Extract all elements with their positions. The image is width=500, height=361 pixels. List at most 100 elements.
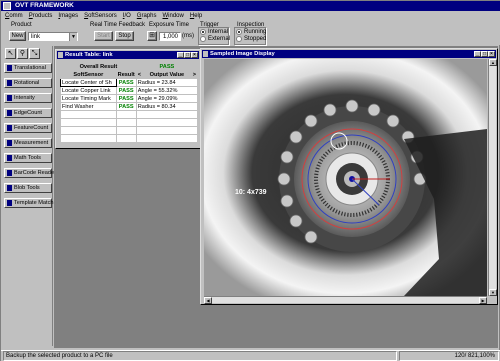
softsensor-edgecount[interactable]: EdgeCount — [4, 108, 52, 118]
result-table-titlebar[interactable]: Result Table: link _ □ × — [57, 51, 199, 59]
table-row[interactable]: Locate Copper Link PASS Angle = 55.32% — [60, 86, 199, 95]
softsensor-measurement[interactable]: Measurement — [4, 138, 52, 148]
empty-row — [60, 134, 199, 143]
image-display-window: Sampled Image Display _ □ × 10: 4x739 ▲ … — [200, 48, 498, 305]
realtime-feedback-label: Real Time Feedback — [90, 22, 146, 28]
radio-empty-icon — [236, 36, 242, 42]
softsensor-icon — [7, 155, 12, 161]
result-table-title: Result Table: link — [65, 52, 113, 58]
product-select-value: link — [31, 34, 41, 40]
app-titlebar: OVT FRAMEWORK — [1, 1, 500, 11]
horizontal-scrollbar[interactable]: ◀ ▶ — [204, 296, 487, 304]
softsensor-icon — [7, 65, 12, 71]
menu-images[interactable]: Images — [58, 13, 78, 19]
table-row[interactable]: Locate Timing Mark PASS Angle = 29.09% — [60, 94, 199, 103]
sampled-image-canvas[interactable]: 10: 4x739 — [204, 59, 487, 296]
scroll-left-icon[interactable]: ◀ — [204, 297, 212, 304]
start-button[interactable]: Start — [94, 31, 113, 41]
menu-bar: Comm Products Images SoftSensors I/O Gra… — [1, 11, 500, 21]
menu-io[interactable]: I/O — [123, 13, 131, 19]
menu-graphs[interactable]: Graphs — [137, 13, 157, 19]
toolbar: Product New link ▼ Real Time Feedback St… — [1, 21, 500, 45]
scroll-right-icon[interactable]: ▶ — [479, 297, 487, 304]
softsensor-barcode-reader[interactable]: BarCode Reader — [4, 168, 56, 178]
softsensor-translational[interactable]: Translational — [4, 63, 52, 73]
zoom-icon[interactable]: ⚲ — [17, 48, 28, 59]
radio-empty-icon — [200, 36, 206, 42]
status-position: 120/ 821,100% — [399, 351, 499, 361]
empty-row — [60, 126, 199, 135]
softsensor-icon — [7, 125, 12, 131]
app-window: OVT FRAMEWORK Comm Products Images SoftS… — [0, 0, 500, 361]
product-label: Product — [11, 22, 32, 28]
maximize-icon[interactable]: □ — [184, 52, 191, 58]
minimize-icon[interactable]: _ — [474, 51, 481, 57]
close-icon[interactable]: × — [488, 51, 495, 57]
row-output: Angle = 55.32% — [135, 86, 199, 95]
table-header-row: SoftSensor Result < Output Value > — [60, 70, 199, 79]
menu-help[interactable]: Help — [190, 13, 202, 19]
row-softsensor: Locate Timing Mark — [60, 94, 117, 103]
softsensor-math-tools[interactable]: Math Tools — [4, 153, 52, 163]
overall-result-label: Overall Result — [60, 62, 137, 71]
menu-softsensors[interactable]: SoftSensors — [84, 13, 117, 19]
menu-products[interactable]: Products — [29, 13, 53, 19]
softsensor-blob-tools[interactable]: Blob Tools — [4, 183, 52, 193]
mdi-workspace: Result Table: link _ □ × Overall Result … — [54, 46, 498, 348]
menu-window[interactable]: Window — [162, 13, 183, 19]
chevron-down-icon: ▼ — [69, 33, 77, 41]
radio-selected-icon — [236, 29, 242, 35]
row-output: Radius = 80.34 — [135, 102, 199, 111]
trigger-internal-radio[interactable]: Internal — [200, 29, 228, 35]
close-icon[interactable]: × — [191, 52, 198, 58]
pointer-icon[interactable]: ↖ — [5, 48, 16, 59]
trigger-external-radio[interactable]: External — [200, 36, 230, 42]
inspection-stopped-radio[interactable]: Stopped — [236, 36, 266, 42]
app-icon — [3, 2, 11, 10]
row-softsensor: Locate Copper Link — [60, 86, 117, 95]
status-message: Backup the selected product to a PC file — [3, 351, 397, 361]
softsensor-featurecount[interactable]: FeatureCount — [4, 123, 52, 133]
softsensor-rotational[interactable]: Rotational — [4, 78, 52, 88]
exposure-time-input[interactable]: 1,000 — [159, 32, 181, 41]
col-result: Result — [115, 70, 137, 79]
empty-row — [60, 110, 199, 119]
scroll-down-icon[interactable]: ▼ — [489, 289, 497, 296]
product-select[interactable]: link ▼ — [28, 32, 78, 41]
stop-button[interactable]: Stop — [115, 31, 134, 41]
vertical-scrollbar[interactable]: ▲ ▼ — [488, 59, 497, 296]
col-output-value: Output Value — [142, 70, 192, 79]
image-display-titlebar[interactable]: Sampled Image Display _ □ × — [202, 50, 496, 58]
image-display-title: Sampled Image Display — [210, 51, 275, 57]
row-result: PASS — [115, 86, 137, 95]
zoom-fit-icon[interactable]: ⤡ — [29, 48, 40, 59]
minimize-icon[interactable]: _ — [177, 52, 184, 58]
window-icon — [203, 51, 208, 57]
softsensor-icon — [7, 95, 12, 101]
row-output: Radius = 23.84 — [135, 78, 199, 87]
exposure-time-label: Exposure Time — [149, 22, 190, 28]
row-softsensor: Locate Center of Sh — [60, 78, 117, 87]
softsensor-icon — [7, 80, 12, 86]
table-row[interactable]: Find Washer PASS Radius = 80.34 — [60, 102, 199, 111]
coordinate-readout: 10: 4x739 — [235, 189, 267, 196]
inspection-running-radio[interactable]: Running — [236, 29, 266, 35]
exposure-spin-button[interactable]: ⊞ — [147, 31, 157, 41]
result-table: Overall Result PASS SoftSensor Result < … — [60, 62, 199, 143]
app-title: OVT FRAMEWORK — [15, 2, 74, 9]
menu-comm[interactable]: Comm — [5, 13, 23, 19]
softsensor-intensity[interactable]: Intensity — [4, 93, 52, 103]
window-buttons: _ □ × — [474, 51, 495, 57]
row-result: PASS — [115, 78, 137, 87]
softsensor-template-match[interactable]: Template Match — [4, 198, 53, 208]
exposure-unit: (ms) — [182, 33, 194, 39]
new-product-button[interactable]: New — [9, 31, 26, 41]
scroll-up-icon[interactable]: ▲ — [489, 59, 497, 66]
maximize-icon[interactable]: □ — [481, 51, 488, 57]
sprocket-image — [204, 59, 487, 296]
window-buttons: _ □ × — [177, 52, 198, 58]
table-row[interactable]: Locate Center of Sh PASS Radius = 23.84 — [60, 78, 199, 87]
col-next-button[interactable]: > — [190, 70, 199, 79]
row-result: PASS — [115, 94, 137, 103]
radio-selected-icon — [200, 29, 206, 35]
